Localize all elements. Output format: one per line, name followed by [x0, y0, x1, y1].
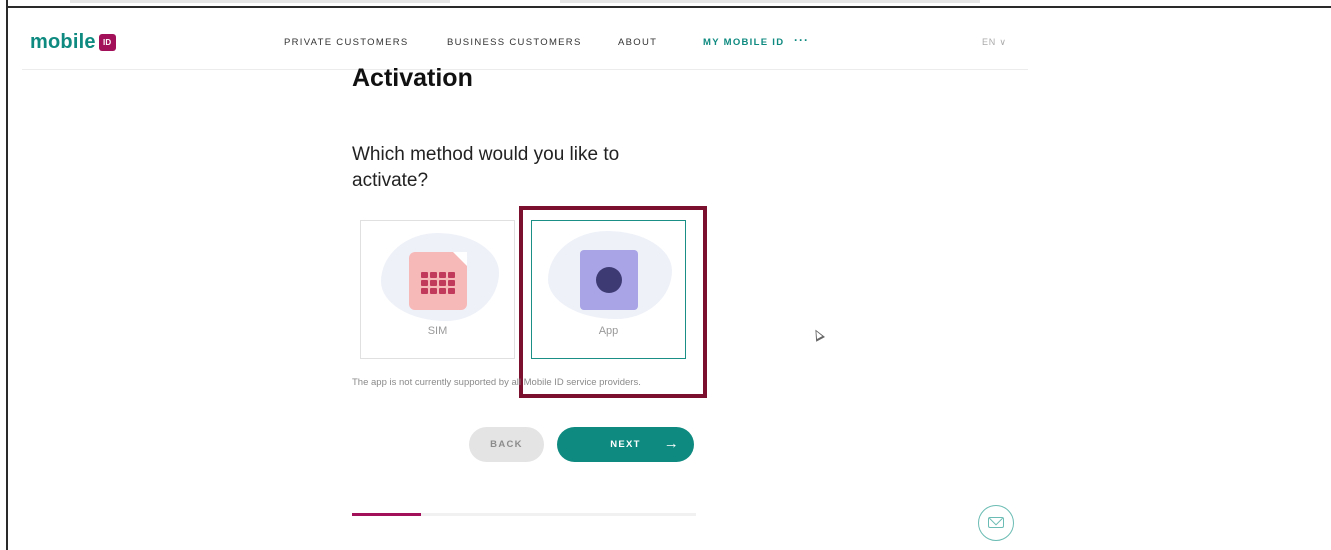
selection-highlight-box: [519, 206, 707, 398]
contact-mail-button[interactable]: [978, 505, 1014, 541]
method-question: Which method would you like to activate?: [352, 144, 620, 191]
nav-business-customers[interactable]: BUSINESS CUSTOMERS: [447, 37, 582, 48]
step-progress-bar: [352, 513, 696, 516]
page-title: Activation: [352, 64, 473, 92]
window-frame-top: [0, 0, 1331, 8]
next-button-label: NEXT: [610, 439, 641, 450]
language-selector[interactable]: EN ∨: [982, 37, 1007, 48]
nav-my-mobile-id[interactable]: MY MOBILE ID: [703, 37, 784, 48]
progress-fill: [352, 513, 421, 516]
mail-icon: [988, 517, 1004, 528]
more-menu-icon[interactable]: ···: [794, 33, 809, 47]
arrow-right-icon: →: [663, 435, 680, 452]
top-navigation: mobile ID PRIVATE CUSTOMERS BUSINESS CUS…: [22, 25, 1028, 70]
mouse-cursor-icon: [811, 327, 825, 342]
mobile-id-logo[interactable]: mobile ID: [30, 31, 116, 54]
frame-ghost-bar: [560, 0, 980, 3]
option-card-sim[interactable]: SIM: [360, 220, 515, 359]
sim-card-icon: [409, 252, 467, 310]
window-frame-left: [0, 0, 8, 550]
logo-badge: ID: [98, 34, 116, 51]
nav-private-customers[interactable]: PRIVATE CUSTOMERS: [284, 37, 409, 48]
app-support-note: The app is not currently supported by al…: [352, 377, 641, 388]
nav-about[interactable]: ABOUT: [618, 37, 657, 48]
next-button[interactable]: NEXT →: [557, 427, 694, 462]
back-button-label: BACK: [490, 439, 523, 450]
logo-text: mobile: [30, 31, 96, 53]
option-label-sim: SIM: [427, 325, 448, 337]
frame-ghost-bar: [70, 0, 450, 3]
back-button[interactable]: BACK: [469, 427, 544, 462]
